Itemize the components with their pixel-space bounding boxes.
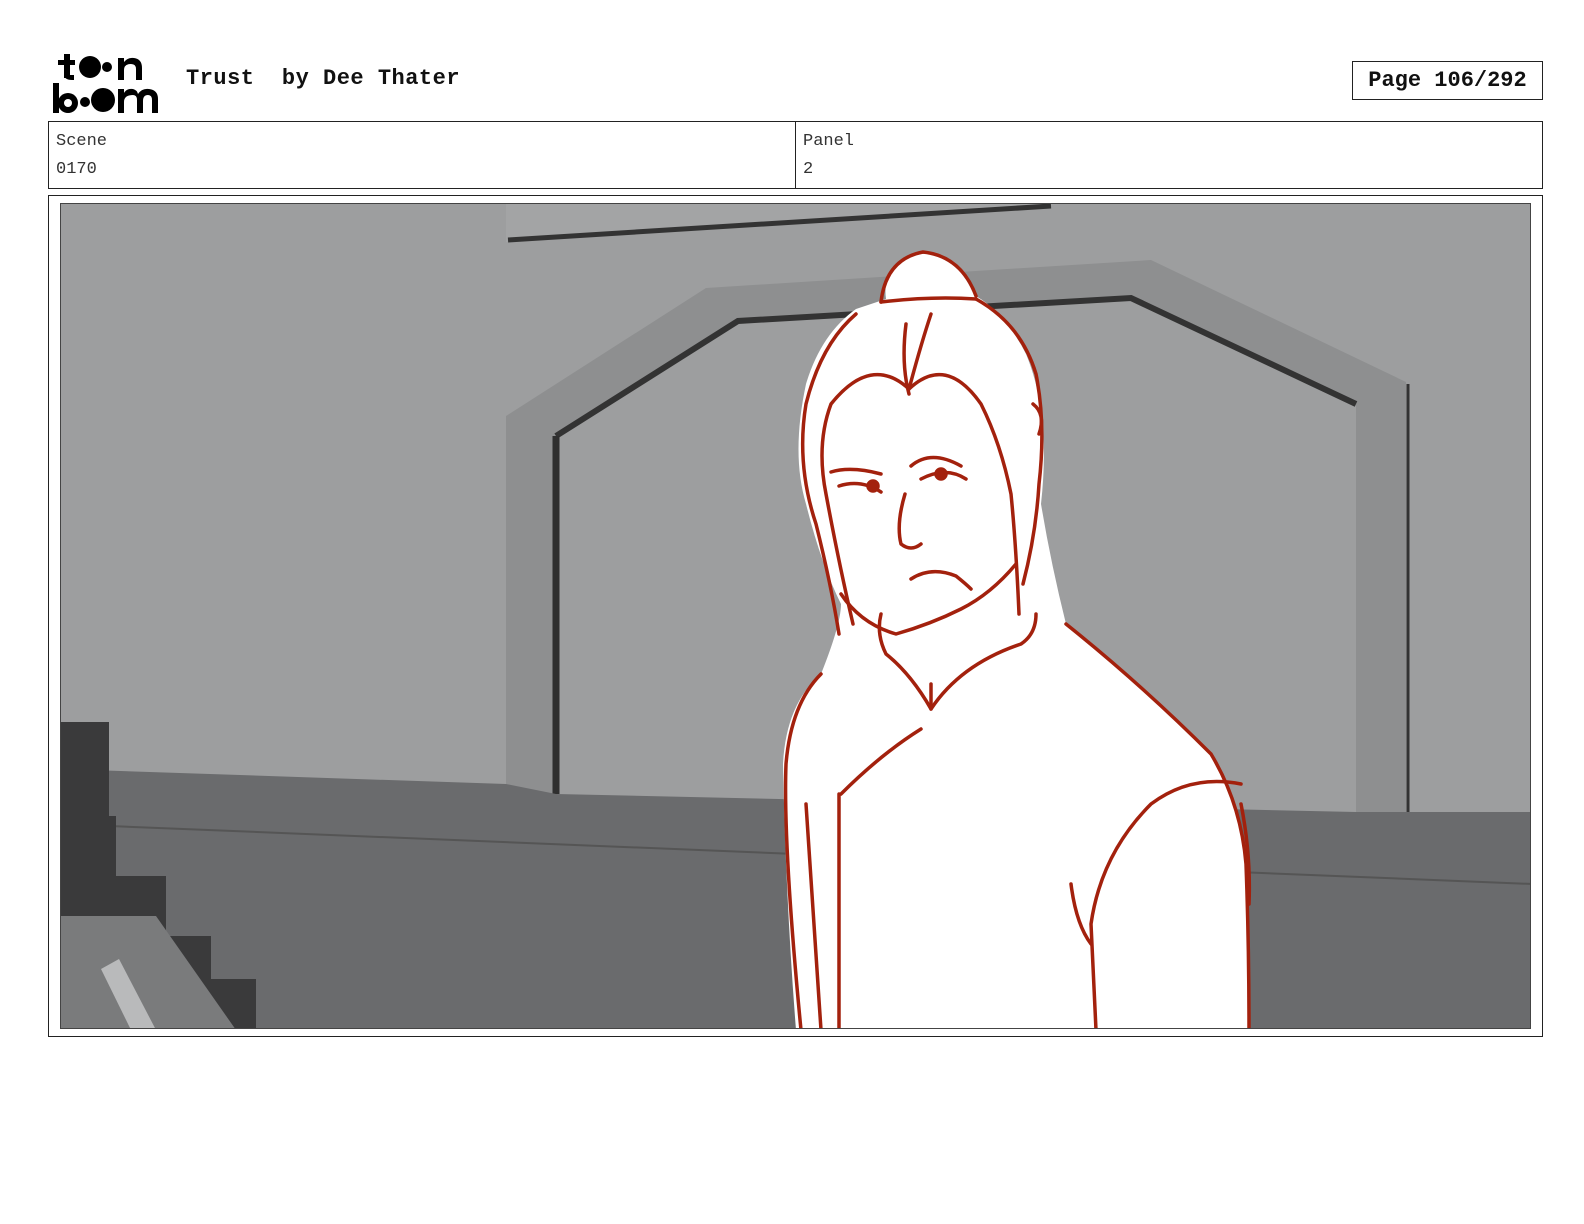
panel-value: 2 <box>803 160 814 179</box>
panel-label: Panel <box>803 132 855 151</box>
scene-panel-table: Scene 0170 Panel 2 <box>48 121 1543 189</box>
page-indicator: Page 106/292 <box>1352 61 1543 100</box>
scene-value: 0170 <box>56 160 97 179</box>
scene-cell: Scene 0170 <box>49 122 795 188</box>
scene-label: Scene <box>56 132 108 151</box>
storyboard-title: Trust by Dee Thater <box>186 66 461 91</box>
toon-boom-logo <box>53 54 158 113</box>
storyboard-panel-image <box>60 203 1531 1029</box>
panel-cell: Panel 2 <box>795 122 1542 188</box>
